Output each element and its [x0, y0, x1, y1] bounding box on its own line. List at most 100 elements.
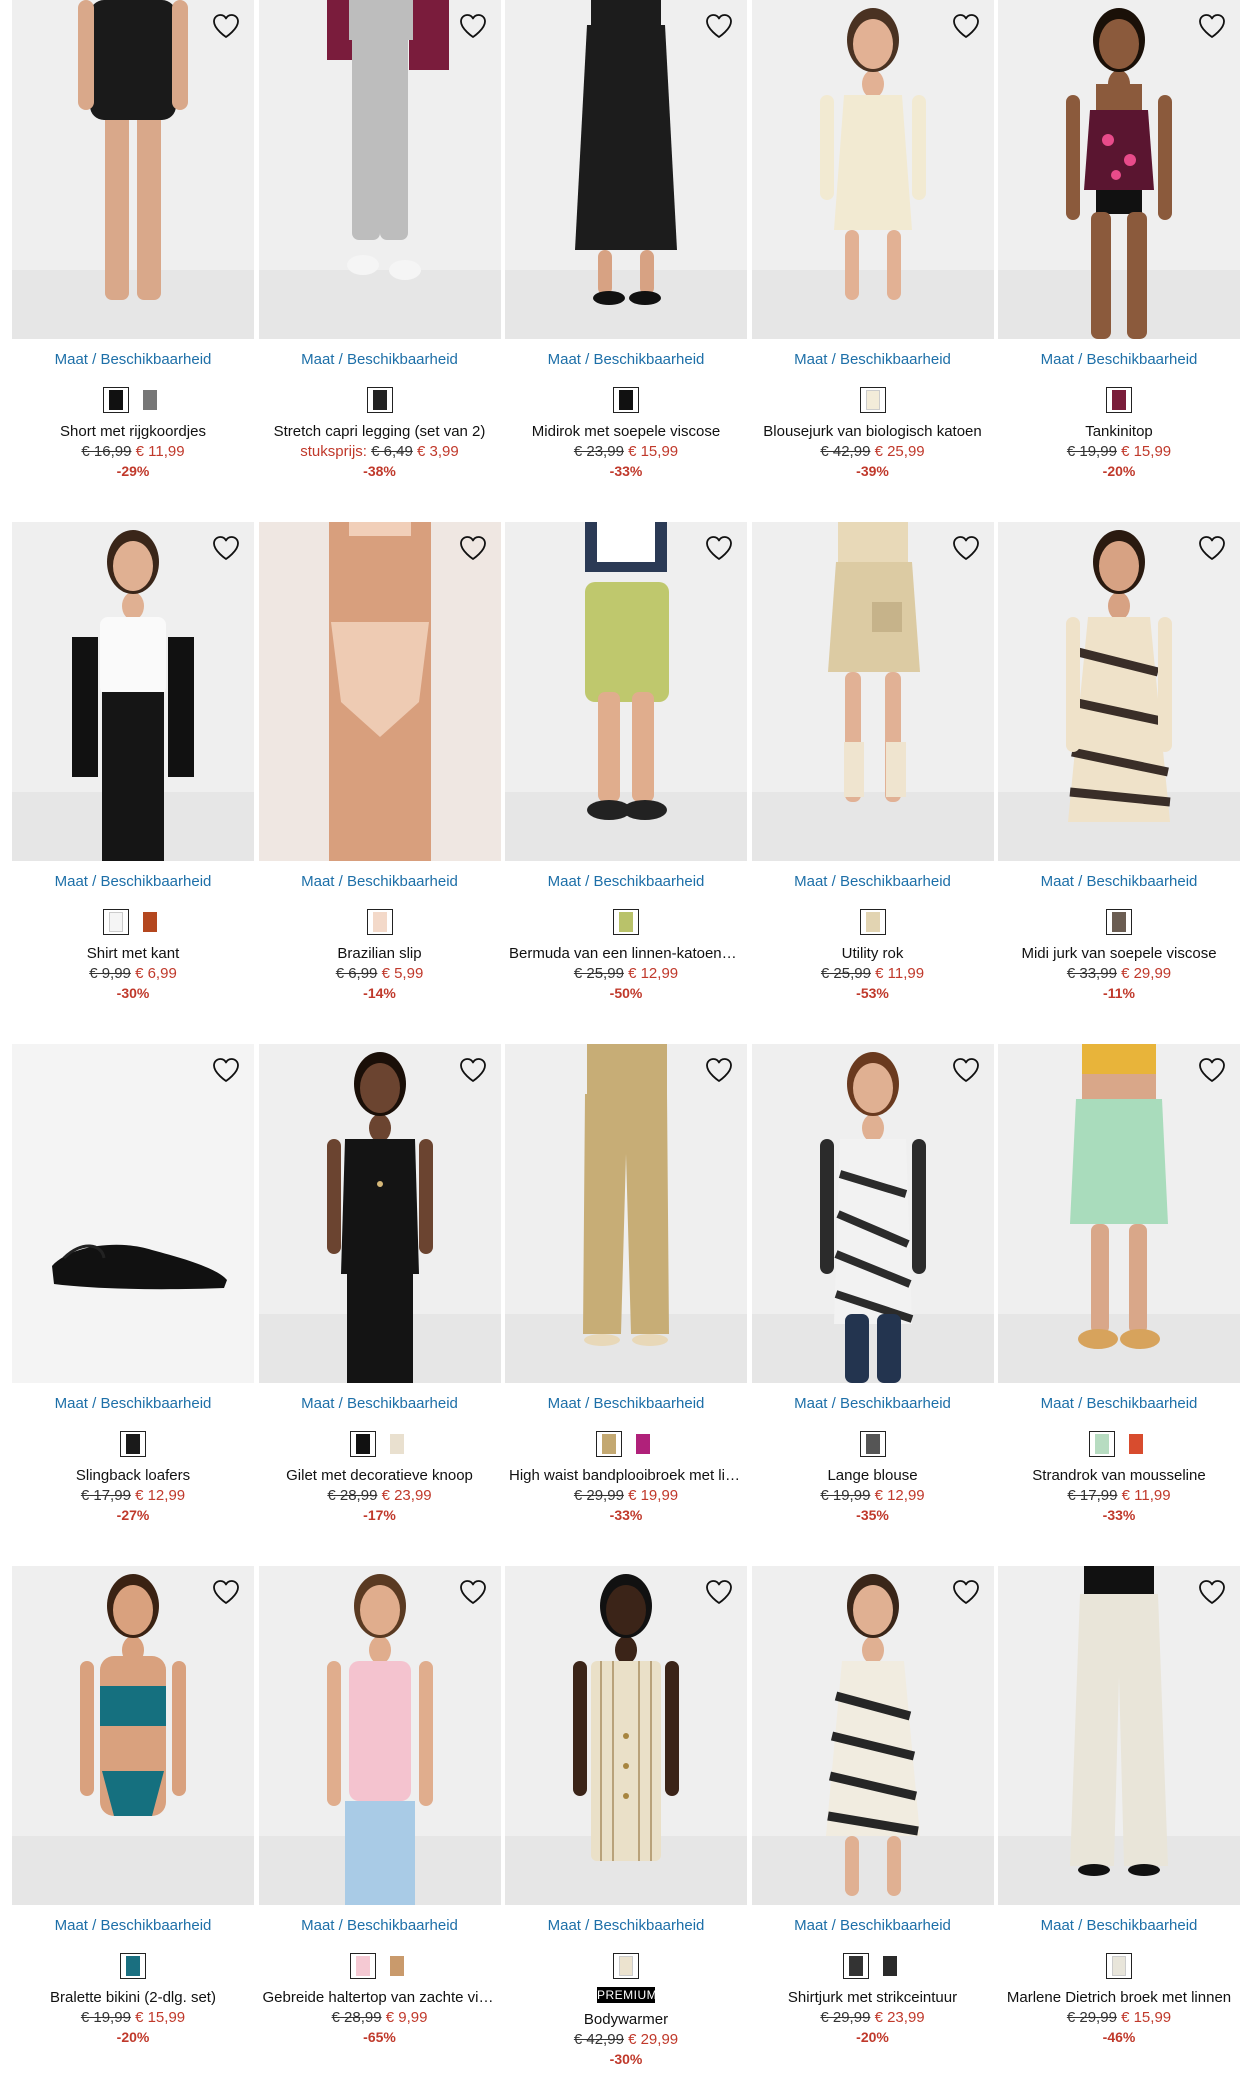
color-swatch[interactable] [137, 909, 163, 935]
size-availability-link[interactable]: Maat / Beschikbaarheid [505, 873, 747, 891]
product-image[interactable] [258, 522, 501, 861]
wishlist-heart-icon[interactable] [210, 1054, 242, 1086]
product-card[interactable]: Maat / Beschikbaarheid Bermuda van een li… [505, 522, 747, 1044]
product-image[interactable] [998, 1044, 1240, 1383]
product-card[interactable]: Maat / Beschikbaarheid Midirok met soepel… [505, 0, 747, 522]
color-swatch[interactable] [103, 909, 129, 935]
product-card[interactable]: Maat / Beschikbaarheid High waist bandplo… [505, 1044, 747, 1566]
product-card[interactable]: Maat / Beschikbaarheid Gebreide haltertop… [258, 1566, 501, 2088]
color-swatch[interactable] [1123, 1431, 1149, 1457]
product-image[interactable] [258, 1044, 501, 1383]
product-card[interactable]: Maat / Beschikbaarheid Utility rok € 25,99… [751, 522, 994, 1044]
color-swatch[interactable] [137, 387, 163, 413]
product-image[interactable] [751, 522, 994, 861]
color-swatch[interactable] [596, 1431, 622, 1457]
wishlist-heart-icon[interactable] [457, 1054, 489, 1086]
wishlist-heart-icon[interactable] [703, 1576, 735, 1608]
product-name[interactable]: Bermuda van een linnen-katoenmix [505, 945, 747, 962]
product-card[interactable]: Maat / Beschikbaarheid Midi jurk van soep… [998, 522, 1240, 1044]
product-image[interactable] [258, 1566, 501, 1905]
product-image[interactable] [505, 1044, 747, 1383]
color-swatch[interactable] [876, 1953, 903, 1979]
color-swatch[interactable] [120, 1431, 146, 1457]
size-availability-link[interactable]: Maat / Beschikbaarheid [505, 1917, 747, 1935]
wishlist-heart-icon[interactable] [457, 532, 489, 564]
product-card[interactable]: Maat / Beschikbaarheid Slingback loafers €… [12, 1044, 254, 1566]
color-swatch[interactable] [349, 1431, 376, 1457]
product-image[interactable] [258, 0, 501, 339]
product-name[interactable]: Slingback loafers [12, 1467, 254, 1484]
product-image[interactable] [751, 0, 994, 339]
product-name[interactable]: Bralette bikini (2-dlg. set) [12, 1989, 254, 2006]
product-card[interactable]: Maat / Beschikbaarheid Brazilian slip € 6,… [258, 522, 501, 1044]
product-image[interactable] [505, 1566, 747, 1905]
wishlist-heart-icon[interactable] [703, 1054, 735, 1086]
color-swatch[interactable] [859, 909, 886, 935]
color-swatch[interactable] [383, 1431, 410, 1457]
wishlist-heart-icon[interactable] [1196, 10, 1228, 42]
wishlist-heart-icon[interactable] [950, 1054, 982, 1086]
size-availability-link[interactable]: Maat / Beschikbaarheid [505, 351, 747, 369]
product-card[interactable]: Maat / Beschikbaarheid Short met rijgkoor… [12, 0, 254, 522]
wishlist-heart-icon[interactable] [457, 10, 489, 42]
product-card[interactable]: Maat / Beschikbaarheid Shirtjurk met stri… [751, 1566, 994, 2088]
color-swatch[interactable] [1106, 1953, 1132, 1979]
size-availability-link[interactable]: Maat / Beschikbaarheid [998, 873, 1240, 891]
product-image[interactable] [751, 1044, 994, 1383]
color-swatch[interactable] [859, 1431, 886, 1457]
size-availability-link[interactable]: Maat / Beschikbaarheid [12, 1917, 254, 1935]
color-swatch[interactable] [383, 1953, 410, 1979]
product-image[interactable] [998, 522, 1240, 861]
wishlist-heart-icon[interactable] [703, 10, 735, 42]
color-swatch[interactable] [1089, 1431, 1115, 1457]
product-image[interactable] [998, 1566, 1240, 1905]
product-image[interactable] [751, 1566, 994, 1905]
color-swatch[interactable] [120, 1953, 146, 1979]
wishlist-heart-icon[interactable] [703, 532, 735, 564]
product-card[interactable]: Maat / Beschikbaarheid Bralette bikini (2… [12, 1566, 254, 2088]
product-card[interactable]: Maat / Beschikbaarheid Gilet met decorati… [258, 1044, 501, 1566]
size-availability-link[interactable]: Maat / Beschikbaarheid [259, 873, 501, 891]
product-name[interactable]: Shirtjurk met strikceintuur [752, 1989, 994, 2006]
product-card[interactable]: Maat / Beschikbaarheid Stretch capri legg… [258, 0, 501, 522]
size-availability-link[interactable]: Maat / Beschikbaarheid [752, 873, 994, 891]
product-name[interactable]: Gebreide haltertop van zachte visc… [259, 1989, 501, 2006]
color-swatch[interactable] [613, 387, 639, 413]
product-card[interactable]: Maat / Beschikbaarheid Shirt met kant € 9,… [12, 522, 254, 1044]
color-swatch[interactable] [630, 1431, 656, 1457]
wishlist-heart-icon[interactable] [457, 1576, 489, 1608]
color-swatch[interactable] [859, 387, 886, 413]
product-card[interactable]: Maat / Beschikbaarheid PREMIUM Bodywarmer €… [505, 1566, 747, 2088]
product-name[interactable]: Midi jurk van soepele viscose [998, 945, 1240, 962]
product-image[interactable] [12, 1044, 254, 1383]
product-name[interactable]: Bodywarmer [505, 2011, 747, 2028]
product-name[interactable]: Strandrok van mousseline [998, 1467, 1240, 1484]
wishlist-heart-icon[interactable] [210, 532, 242, 564]
size-availability-link[interactable]: Maat / Beschikbaarheid [259, 1395, 501, 1413]
size-availability-link[interactable]: Maat / Beschikbaarheid [752, 1395, 994, 1413]
color-swatch[interactable] [1106, 909, 1132, 935]
color-swatch[interactable] [103, 387, 129, 413]
color-swatch[interactable] [842, 1953, 869, 1979]
product-name[interactable]: Marlene Dietrich broek met linnen [998, 1989, 1240, 2006]
color-swatch[interactable] [366, 909, 393, 935]
wishlist-heart-icon[interactable] [950, 10, 982, 42]
wishlist-heart-icon[interactable] [210, 10, 242, 42]
product-name[interactable]: Brazilian slip [259, 945, 501, 962]
product-image[interactable] [505, 0, 747, 339]
wishlist-heart-icon[interactable] [1196, 532, 1228, 564]
product-image[interactable] [12, 522, 254, 861]
product-image[interactable] [998, 0, 1240, 339]
product-name[interactable]: Lange blouse [752, 1467, 994, 1484]
size-availability-link[interactable]: Maat / Beschikbaarheid [505, 1395, 747, 1413]
size-availability-link[interactable]: Maat / Beschikbaarheid [259, 351, 501, 369]
product-card[interactable]: Maat / Beschikbaarheid Marlene Dietrich b… [998, 1566, 1240, 2088]
size-availability-link[interactable]: Maat / Beschikbaarheid [12, 873, 254, 891]
product-name[interactable]: Stretch capri legging (set van 2) [259, 423, 501, 440]
color-swatch[interactable] [349, 1953, 376, 1979]
wishlist-heart-icon[interactable] [950, 1576, 982, 1608]
size-availability-link[interactable]: Maat / Beschikbaarheid [752, 1917, 994, 1935]
wishlist-heart-icon[interactable] [1196, 1576, 1228, 1608]
color-swatch[interactable] [613, 1953, 639, 1979]
size-availability-link[interactable]: Maat / Beschikbaarheid [752, 351, 994, 369]
